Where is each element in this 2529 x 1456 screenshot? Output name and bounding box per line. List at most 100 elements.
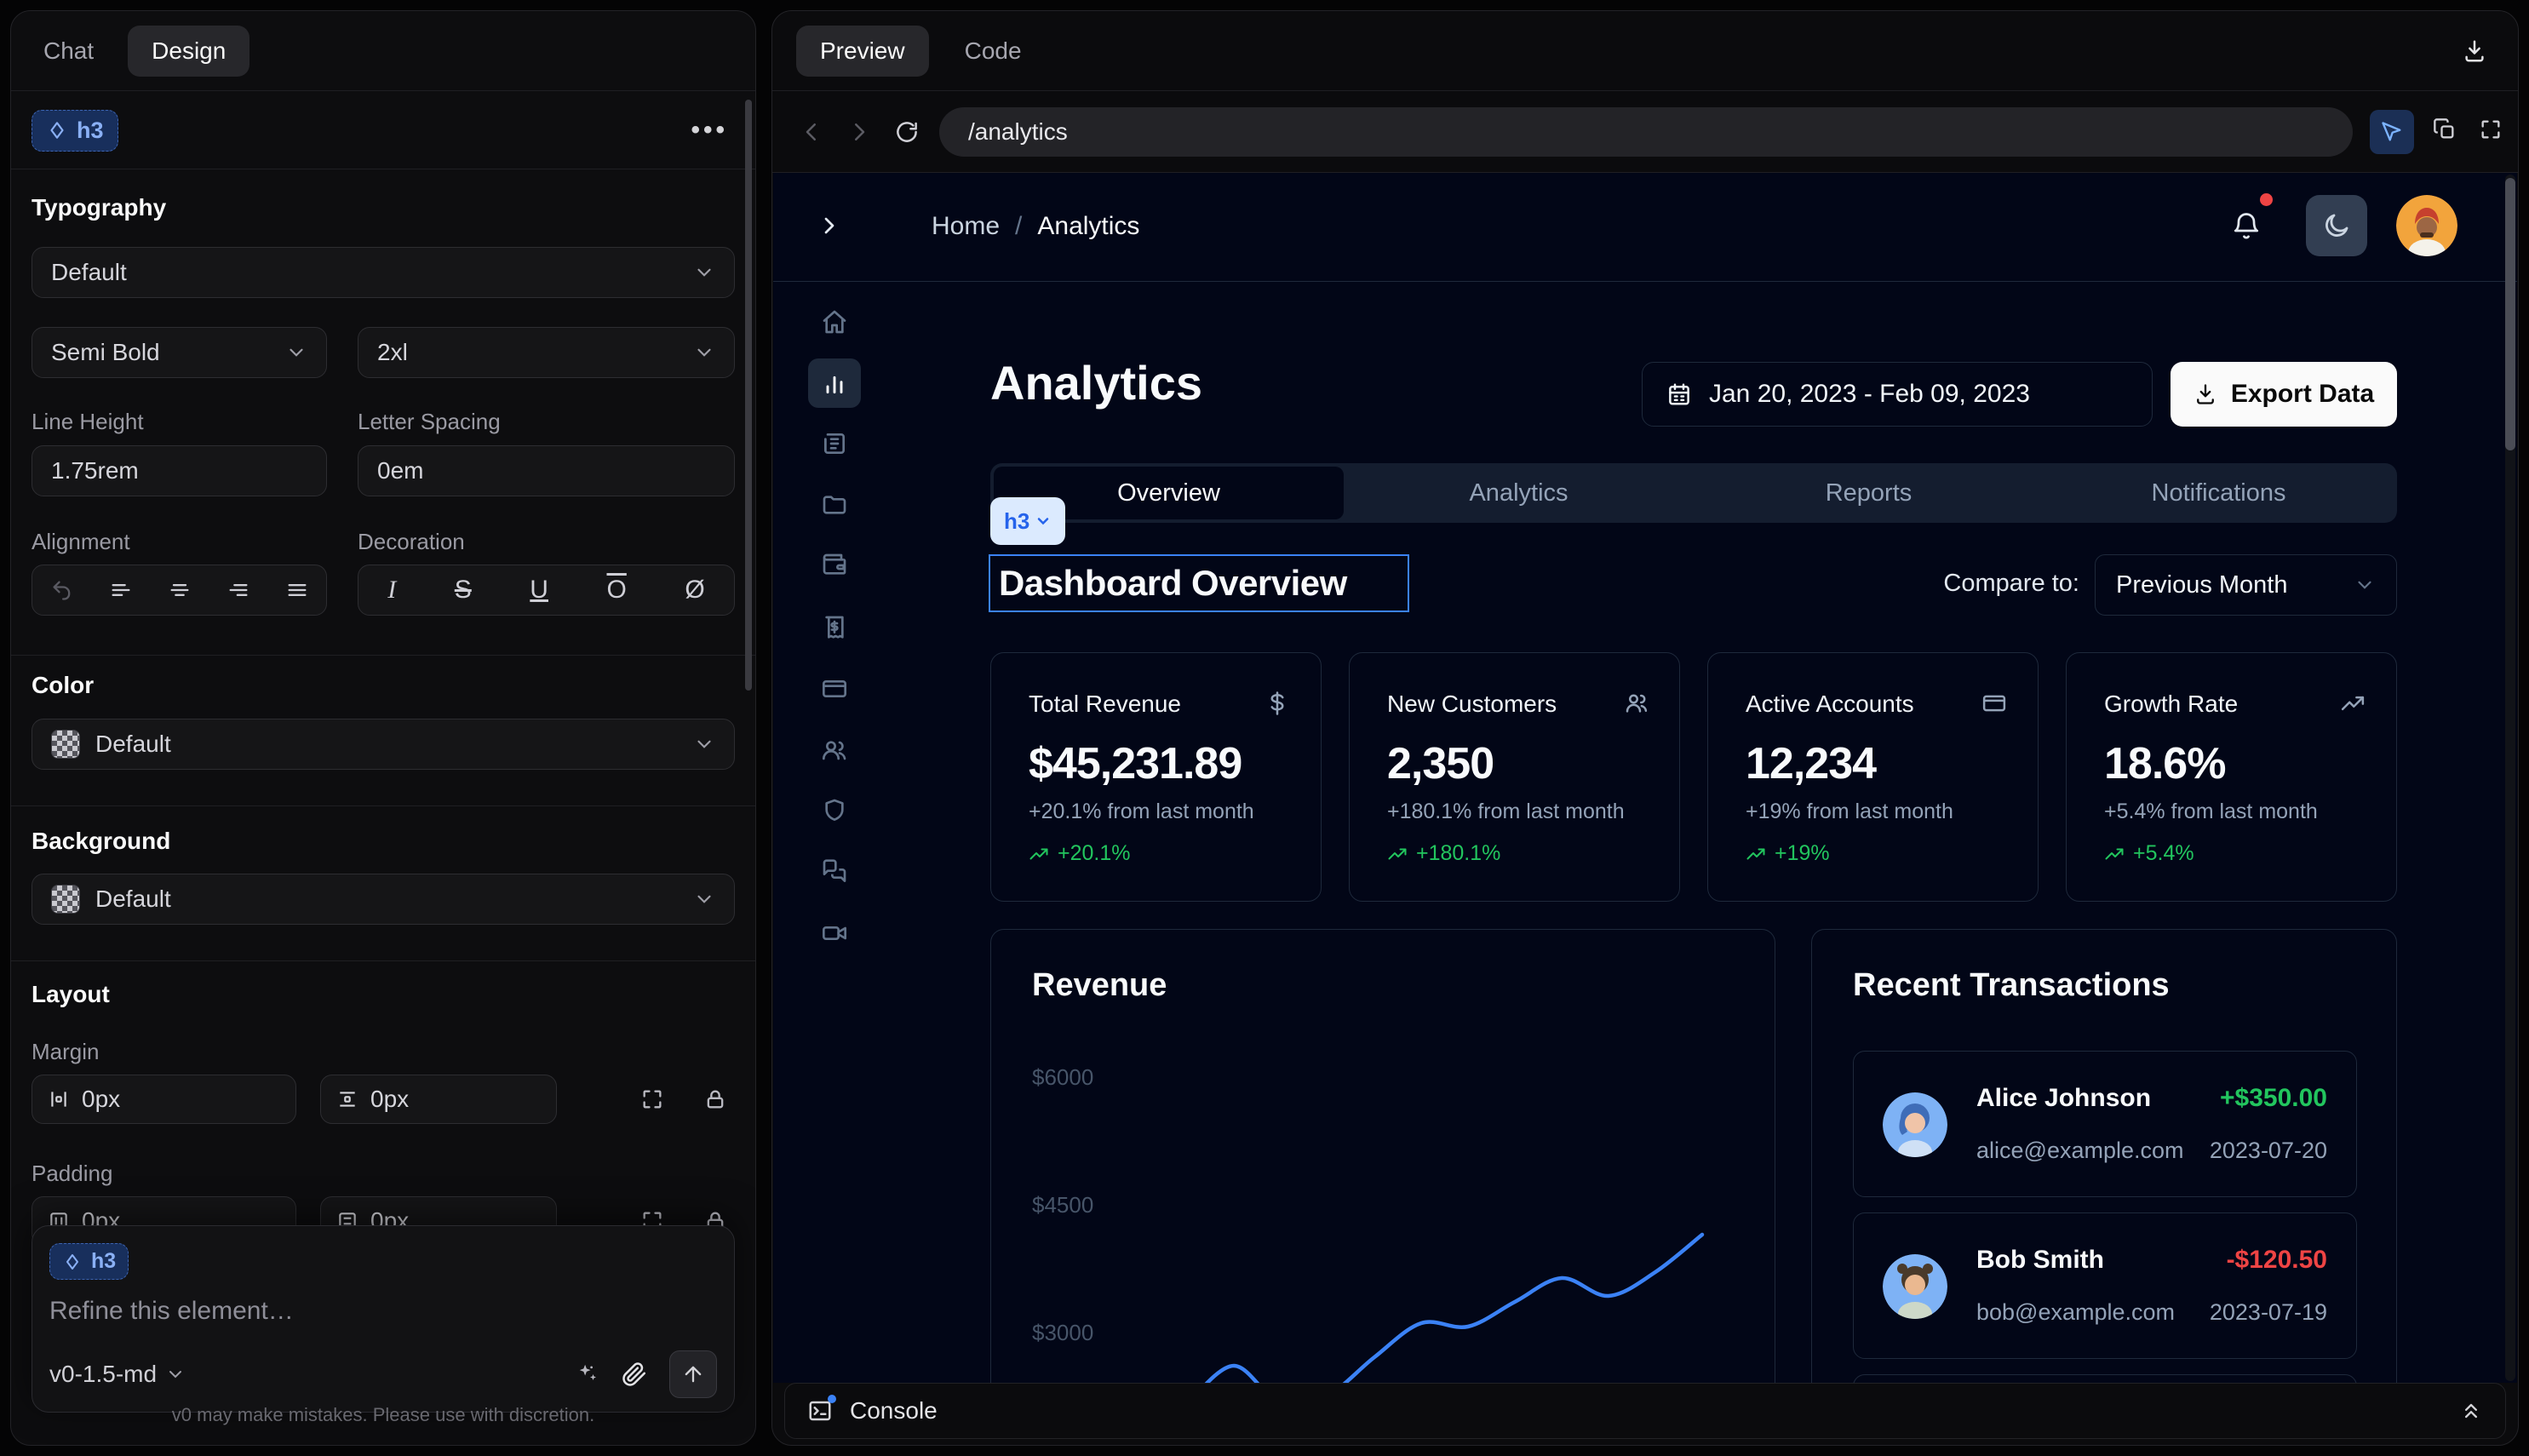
diamond-icon — [62, 1252, 83, 1272]
panel-scrollbar[interactable] — [745, 100, 752, 691]
browser-toolbar: /analytics — [772, 92, 2518, 173]
preview-mode-tabs: Preview Code — [772, 11, 2518, 91]
tab-preview[interactable]: Preview — [796, 26, 929, 77]
date-range-button[interactable]: Jan 20, 2023 - Feb 09, 2023 — [1642, 362, 2153, 427]
tab-design[interactable]: Design — [128, 26, 249, 77]
align-left-icon[interactable] — [109, 578, 133, 602]
tab-analytics[interactable]: Analytics — [1344, 479, 1694, 507]
decoration-group: I S U O Ø — [358, 565, 735, 616]
lock-margin-icon[interactable] — [696, 1080, 735, 1119]
forward-icon[interactable] — [842, 115, 876, 149]
alignment-group — [32, 565, 327, 616]
background-title: Background — [32, 828, 735, 855]
color-title: Color — [32, 672, 735, 699]
composer-input[interactable]: Refine this element… — [49, 1297, 717, 1326]
align-center-icon[interactable] — [168, 578, 192, 602]
preview-panel: Preview Code /analytics Home / Analytics — [771, 10, 2519, 1446]
users-icon — [1623, 691, 1649, 716]
line-height-input[interactable]: 1.75rem — [32, 445, 327, 496]
user-avatar[interactable] — [2396, 195, 2457, 256]
margin-x-input[interactable]: 0px — [32, 1075, 296, 1124]
model-select[interactable]: v0-1.5-md — [49, 1361, 186, 1388]
app-top-nav: Home / Analytics — [773, 173, 2517, 282]
margin-y-input[interactable]: 0px — [320, 1075, 557, 1124]
chevron-down-icon — [693, 341, 715, 364]
chevron-down-icon — [165, 1364, 186, 1384]
breadcrumb-home[interactable]: Home — [932, 212, 1000, 241]
italic-icon[interactable]: I — [387, 576, 396, 605]
background-select[interactable]: Default — [32, 874, 735, 925]
underline-icon[interactable]: U — [530, 576, 548, 605]
selection-tag-badge[interactable]: h3 — [990, 497, 1065, 545]
chevron-down-icon — [693, 733, 715, 755]
paperclip-icon[interactable] — [622, 1361, 647, 1387]
chevron-down-icon — [693, 888, 715, 910]
tab-reports[interactable]: Reports — [1694, 479, 2044, 507]
copy-icon[interactable] — [2428, 112, 2462, 146]
selected-element-badge[interactable]: h3 — [32, 110, 118, 152]
overline-icon[interactable]: O — [606, 576, 626, 605]
credit-card-icon[interactable] — [821, 675, 848, 702]
newspaper-icon[interactable] — [821, 430, 848, 457]
reset-alignment-icon[interactable] — [50, 578, 74, 602]
align-justify-icon[interactable] — [285, 578, 309, 602]
letter-spacing-input[interactable]: 0em — [358, 445, 735, 496]
transaction-row[interactable]: Alice Johnson alice@example.com +$350.00… — [1853, 1051, 2357, 1197]
trending-up-icon — [2104, 844, 2125, 864]
moon-icon — [2322, 211, 2351, 240]
revenue-line-chart — [991, 930, 1776, 1383]
design-mode-pointer-icon[interactable] — [2370, 110, 2414, 154]
tab-notifications[interactable]: Notifications — [2044, 479, 2394, 507]
receipt-icon[interactable] — [821, 614, 848, 641]
messages-icon[interactable] — [821, 858, 848, 886]
bar-chart-icon[interactable] — [821, 370, 848, 397]
color-select[interactable]: Default — [32, 719, 735, 770]
theme-toggle-button[interactable] — [2306, 195, 2367, 256]
console-bar[interactable]: Console — [784, 1383, 2506, 1439]
chevrons-up-icon[interactable] — [2459, 1399, 2483, 1423]
no-decoration-icon[interactable]: Ø — [685, 576, 704, 605]
font-weight-select[interactable]: Semi Bold — [32, 327, 327, 378]
compare-select[interactable]: Previous Month — [2095, 554, 2397, 616]
strikethrough-icon[interactable]: S — [455, 576, 472, 605]
calendar-icon — [1666, 381, 1692, 407]
transaction-row[interactable]: Bob Smith bob@example.com -$120.50 2023-… — [1853, 1212, 2357, 1359]
font-size-select[interactable]: 2xl — [358, 327, 735, 378]
expand-margin-icon[interactable] — [633, 1080, 672, 1119]
breadcrumb-current: Analytics — [1037, 212, 1139, 241]
fullscreen-icon[interactable] — [2474, 112, 2508, 146]
more-menu-icon[interactable]: ••• — [691, 116, 728, 145]
folder-icon[interactable] — [821, 491, 848, 519]
download-icon[interactable] — [2462, 38, 2487, 64]
refresh-icon[interactable] — [890, 115, 924, 149]
font-family-select[interactable]: Default — [32, 247, 735, 298]
sparkles-icon[interactable] — [574, 1361, 599, 1387]
home-icon[interactable] — [821, 308, 848, 335]
wallet-icon[interactable] — [821, 552, 848, 579]
stat-card-total-revenue: Total Revenue $45,231.89 +20.1% from las… — [990, 652, 1322, 902]
stat-card-growth-rate: Growth Rate 18.6% +5.4% from last month … — [2066, 652, 2397, 902]
align-right-icon[interactable] — [227, 578, 250, 602]
composer-element-badge[interactable]: h3 — [49, 1243, 129, 1280]
address-bar[interactable]: /analytics — [939, 107, 2353, 157]
tab-chat[interactable]: Chat — [43, 37, 94, 65]
export-data-button[interactable]: Export Data — [2171, 362, 2397, 427]
users-icon[interactable] — [821, 737, 848, 764]
shield-icon[interactable] — [821, 797, 848, 824]
compare-label: Compare to: — [1906, 570, 2079, 598]
bell-icon[interactable] — [2231, 210, 2262, 241]
background-swatch — [51, 885, 80, 914]
selected-heading[interactable]: Dashboard Overview — [989, 554, 1409, 612]
margin-x-icon — [48, 1088, 70, 1110]
sidebar-toggle-icon[interactable] — [816, 212, 843, 239]
terminal-icon — [807, 1398, 833, 1424]
recent-transactions-card: Recent Transactions Alice Johnson alice@… — [1811, 929, 2397, 1383]
send-button[interactable] — [669, 1350, 717, 1398]
tab-code[interactable]: Code — [965, 37, 1022, 65]
back-icon[interactable] — [794, 115, 829, 149]
video-icon[interactable] — [821, 920, 848, 947]
chevron-down-icon — [1035, 513, 1052, 530]
trending-up-icon — [1387, 844, 1408, 864]
chevron-down-icon — [693, 261, 715, 284]
viewport-scrollbar-thumb[interactable] — [2505, 178, 2515, 450]
